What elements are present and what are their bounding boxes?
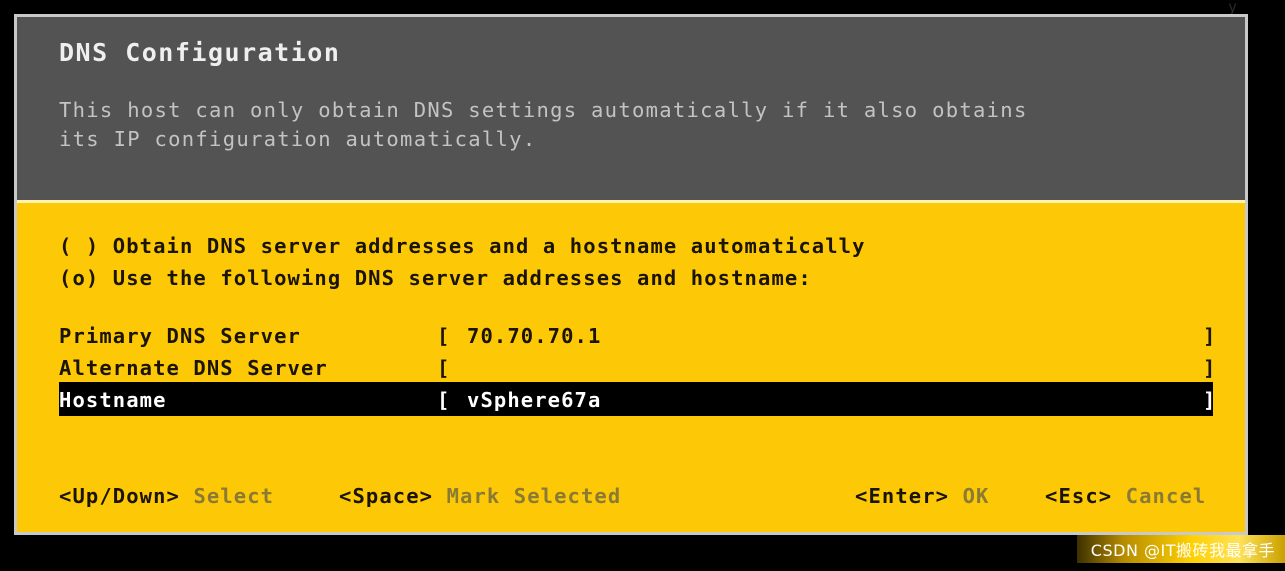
keybinding-up-down[interactable]: <Up/Down> Select: [59, 481, 274, 511]
keybinding-enter-ok[interactable]: <Enter> OK: [855, 481, 989, 511]
radio-marker-selected-icon: (o): [59, 266, 100, 290]
field-bracket-open: [: [437, 356, 451, 380]
field-row-alternate-dns-server[interactable]: Alternate DNS Server [ ]: [17, 352, 1245, 384]
key-label: <Esc>: [1045, 484, 1113, 508]
field-bracket-open: [: [437, 388, 451, 412]
field-bracket-close: ]: [1203, 388, 1217, 412]
field-row-hostname[interactable]: Hostname [ vSphere67a ]: [17, 382, 1245, 416]
field-label: Hostname: [59, 388, 167, 412]
selection-highlight: [59, 382, 1213, 416]
key-label: <Enter>: [855, 484, 950, 508]
keybinding-space[interactable]: <Space> Mark Selected: [339, 481, 621, 511]
radio-option-label: Use the following DNS server addresses a…: [112, 266, 812, 290]
dialog-description: This host can only obtain DNS settings a…: [59, 96, 1245, 154]
field-bracket-close: ]: [1203, 356, 1217, 380]
key-action: Cancel: [1125, 484, 1207, 508]
field-label: Primary DNS Server: [59, 324, 301, 348]
key-label: <Space>: [339, 484, 434, 508]
key-action: OK: [962, 484, 990, 508]
field-bracket-close: ]: [1203, 324, 1217, 348]
field-bracket-open: [: [437, 324, 451, 348]
key-action: Select: [193, 484, 275, 508]
dialog-title: DNS Configuration: [59, 38, 341, 67]
field-value-primary-dns[interactable]: 70.70.70.1: [467, 320, 601, 352]
field-row-primary-dns-server[interactable]: Primary DNS Server [ 70.70.70.1 ]: [17, 320, 1245, 352]
dcui-screen: y DNS Configuration This host can only o…: [0, 0, 1285, 571]
radio-option-use-following[interactable]: (o) Use the following DNS server address…: [59, 262, 1245, 294]
dns-fields-list: Primary DNS Server [ 70.70.70.1 ] Altern…: [17, 320, 1245, 416]
csdn-watermark: CSDN @IT搬砖我最拿手: [1076, 535, 1285, 563]
radio-option-label: Obtain DNS server addresses and a hostna…: [112, 234, 866, 258]
keybinding-esc-cancel[interactable]: <Esc> Cancel: [1045, 481, 1206, 511]
key-action: Mark Selected: [446, 484, 622, 508]
dialog-header: DNS Configuration This host can only obt…: [17, 17, 1245, 200]
radio-marker-unselected-icon: ( ): [59, 234, 100, 258]
key-label: <Up/Down>: [59, 484, 180, 508]
dialog-footer-keybindings: <Up/Down> Select <Space> Mark Selected <…: [17, 481, 1245, 511]
dns-mode-radio-group: ( ) Obtain DNS server addresses and a ho…: [17, 203, 1245, 294]
dns-configuration-dialog: DNS Configuration This host can only obt…: [14, 14, 1248, 535]
field-label: Alternate DNS Server: [59, 356, 328, 380]
radio-option-obtain-automatically[interactable]: ( ) Obtain DNS server addresses and a ho…: [59, 230, 1245, 262]
dialog-body: ( ) Obtain DNS server addresses and a ho…: [17, 200, 1245, 532]
description-line-2: its IP configuration automatically.: [59, 127, 537, 151]
description-line-1: This host can only obtain DNS settings a…: [59, 98, 1028, 122]
field-value-hostname[interactable]: vSphere67a: [467, 384, 601, 416]
